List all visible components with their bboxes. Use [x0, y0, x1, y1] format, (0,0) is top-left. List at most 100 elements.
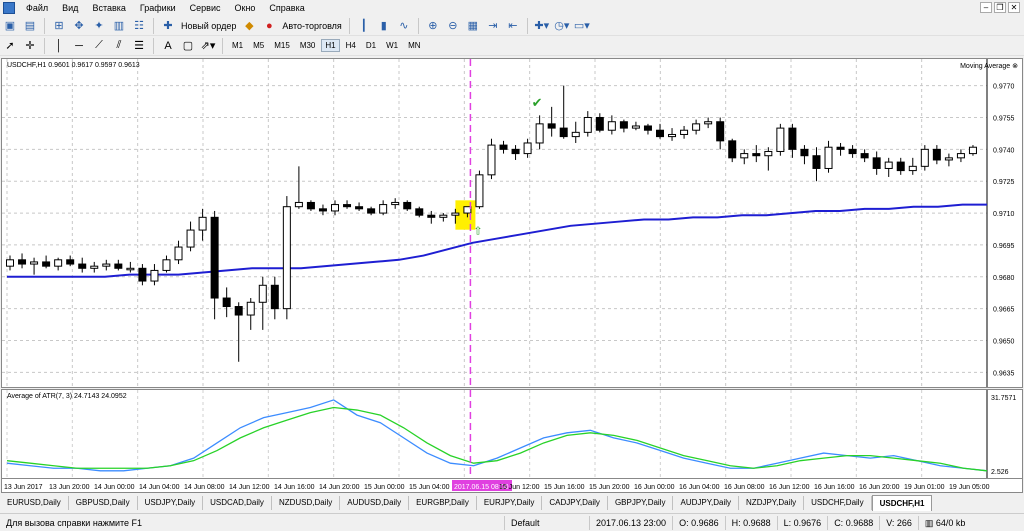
- new-chart-icon[interactable]: ▣: [2, 18, 18, 34]
- trendline-icon[interactable]: ⟋: [91, 38, 107, 54]
- candle-body: [391, 201, 400, 206]
- auto-trading-button[interactable]: Авто-торговля: [279, 21, 344, 31]
- terminal-icon[interactable]: ▥: [111, 18, 127, 34]
- tf-m5[interactable]: M5: [249, 39, 268, 52]
- tf-d1[interactable]: D1: [362, 39, 380, 52]
- candle-body: [6, 259, 14, 267]
- auto-scroll-icon[interactable]: ⇥: [485, 18, 501, 34]
- candle-body: [872, 157, 881, 169]
- tab-usdjpy[interactable]: USDJPY,Daily: [138, 496, 204, 510]
- text-label-icon[interactable]: ▢: [180, 38, 196, 54]
- new-order-button[interactable]: Новый ордер: [178, 21, 239, 31]
- menu-help[interactable]: Справка: [262, 0, 311, 16]
- line-chart-icon[interactable]: ∿: [396, 18, 412, 34]
- menu-view[interactable]: Вид: [55, 0, 85, 16]
- candle-body: [728, 140, 737, 159]
- cursor-icon[interactable]: ➚: [2, 38, 18, 54]
- candle-body: [367, 208, 376, 214]
- tab-nzdjpy[interactable]: NZDJPY,Daily: [739, 496, 805, 510]
- restore-icon[interactable]: ❐: [994, 2, 1006, 13]
- candle-body: [800, 148, 809, 157]
- periods-icon[interactable]: ◷▾: [554, 18, 570, 34]
- menu-tools[interactable]: Сервис: [183, 0, 228, 16]
- data-window-icon[interactable]: ✥: [71, 18, 87, 34]
- tab-audjpy[interactable]: AUDJPY,Daily: [673, 496, 740, 510]
- tf-h4[interactable]: H4: [342, 39, 360, 52]
- meta-editor-icon[interactable]: ◆: [241, 18, 257, 34]
- candle-body: [42, 261, 51, 267]
- candle: [511, 145, 520, 160]
- vertical-line-icon[interactable]: │: [51, 38, 67, 54]
- zoom-in-icon[interactable]: ⊕: [425, 18, 441, 34]
- horizontal-line-icon[interactable]: ─: [71, 38, 87, 54]
- crosshair-icon[interactable]: ✛: [22, 38, 38, 54]
- arrows-icon[interactable]: ⇗▾: [200, 38, 216, 54]
- candle-body: [595, 116, 604, 131]
- candle: [860, 149, 869, 163]
- tf-h1[interactable]: H1: [321, 39, 340, 52]
- templates-icon[interactable]: ▭▾: [574, 18, 590, 34]
- price-tick-label: 0.9635: [993, 370, 1015, 377]
- auto-trading-icon[interactable]: ●: [261, 18, 277, 34]
- candle-body: [968, 146, 977, 155]
- tab-audusd[interactable]: AUDUSD,Daily: [340, 496, 410, 510]
- time-tick-label: 14 Jun 08:00: [184, 484, 225, 491]
- tab-nzdusd[interactable]: NZDUSD,Daily: [272, 496, 341, 510]
- text-tool-icon[interactable]: A: [160, 38, 176, 54]
- time-tick-label: 15 Jun 00:00: [364, 484, 405, 491]
- tab-eurjpy[interactable]: EURJPY,Daily: [477, 496, 543, 510]
- candle-body: [306, 201, 315, 210]
- tab-usdchf-h1[interactable]: USDCHF,H1: [871, 495, 933, 511]
- new-order-icon[interactable]: ✚: [160, 18, 176, 34]
- tab-gbpjpy[interactable]: GBPJPY,Daily: [608, 496, 674, 510]
- navigator-icon[interactable]: ✦: [91, 18, 107, 34]
- candle: [968, 145, 977, 156]
- candle-body: [848, 148, 857, 155]
- menu-file[interactable]: Файл: [19, 0, 55, 16]
- profiles-icon[interactable]: ▤: [22, 18, 38, 34]
- candle: [30, 257, 39, 275]
- price-chart[interactable]: USDCHF,H1 0.9601 0.9617 0.9597 0.9613 Mo…: [1, 58, 1023, 388]
- close-indicator-icon[interactable]: ⊗: [1012, 63, 1018, 70]
- candle: [583, 111, 592, 137]
- tf-mn[interactable]: MN: [404, 39, 424, 52]
- candle-body: [66, 259, 75, 265]
- tab-gbpusd[interactable]: GBPUSD,Daily: [69, 496, 138, 510]
- tf-m30[interactable]: M30: [296, 39, 320, 52]
- menu-charts[interactable]: Графики: [133, 0, 183, 16]
- zoom-out-icon[interactable]: ⊖: [445, 18, 461, 34]
- tf-m15[interactable]: M15: [270, 39, 294, 52]
- tab-cadjpy[interactable]: CADJPY,Daily: [542, 496, 608, 510]
- candle: [355, 202, 364, 211]
- sub-tick-label: 2.526: [991, 469, 1009, 476]
- candle-body: [379, 204, 388, 214]
- tab-eurusd[interactable]: EURUSD,Daily: [0, 496, 69, 510]
- close-icon[interactable]: ✕: [1008, 2, 1020, 13]
- bar-chart-icon[interactable]: ┃: [356, 18, 372, 34]
- candle: [788, 123, 797, 158]
- tab-usdcad[interactable]: USDCAD,Daily: [203, 496, 272, 510]
- fibonacci-icon[interactable]: ☰: [131, 38, 147, 54]
- candlestick-icon[interactable]: ▮: [376, 18, 392, 34]
- candle-body: [282, 206, 291, 310]
- channel-icon[interactable]: ⫽: [111, 38, 127, 54]
- minimize-icon[interactable]: –: [980, 2, 992, 13]
- candle: [246, 298, 255, 330]
- tester-icon[interactable]: ☷: [131, 18, 147, 34]
- market-watch-icon[interactable]: ⊞: [51, 18, 67, 34]
- tf-m1[interactable]: M1: [228, 39, 247, 52]
- chart-shift-icon[interactable]: ⇤: [505, 18, 521, 34]
- indicators-icon[interactable]: ✚▾: [534, 18, 550, 34]
- candle: [186, 221, 195, 252]
- tab-usdchf-daily[interactable]: USDCHF,Daily: [804, 496, 872, 510]
- candle-body: [523, 142, 532, 155]
- candle: [6, 255, 14, 271]
- menu-insert[interactable]: Вставка: [85, 0, 132, 16]
- tab-eurgbp[interactable]: EURGBP,Daily: [409, 496, 477, 510]
- atr-subwindow[interactable]: Average of ATR(7, 3) 24.7143 24.0952 31.…: [1, 389, 1023, 479]
- tf-w1[interactable]: W1: [382, 39, 402, 52]
- app-icon: [3, 2, 15, 14]
- tile-windows-icon[interactable]: ▦: [465, 18, 481, 34]
- price-tick-label: 0.9680: [993, 275, 1015, 282]
- menu-window[interactable]: Окно: [228, 0, 263, 16]
